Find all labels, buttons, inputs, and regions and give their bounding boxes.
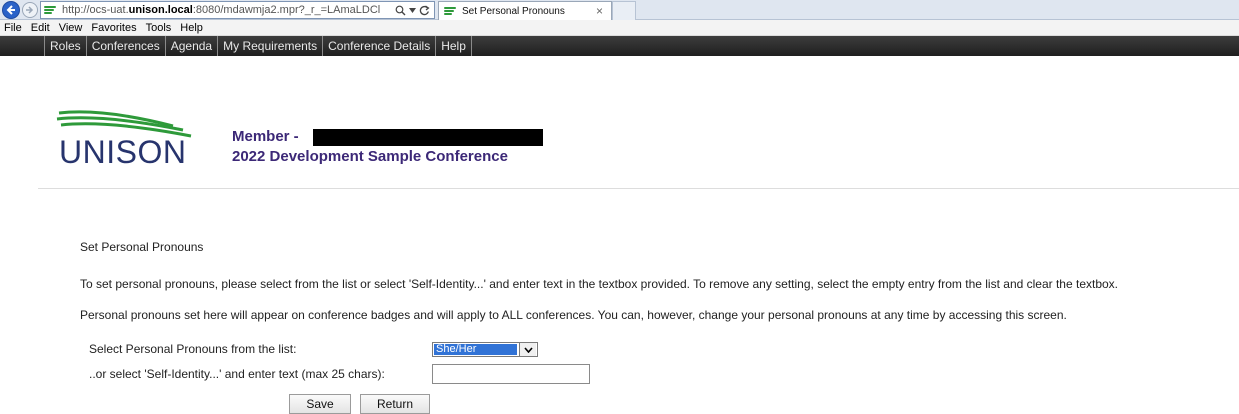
nav-my-requirements[interactable]: My Requirements bbox=[218, 36, 324, 56]
badge-notice-text: Personal pronouns set here will appear o… bbox=[80, 308, 1067, 322]
menu-edit[interactable]: Edit bbox=[31, 22, 50, 34]
menu-view[interactable]: View bbox=[59, 22, 83, 34]
site-favicon-icon bbox=[44, 5, 58, 15]
instruction-text: To set personal pronouns, please select … bbox=[80, 277, 1119, 291]
pronouns-selected-value: She/Her bbox=[434, 344, 517, 355]
app-nav-bar: Roles Conferences Agenda My Requirements… bbox=[0, 36, 1239, 56]
refresh-icon[interactable] bbox=[419, 5, 430, 16]
logo-wordmark: UNISON bbox=[59, 134, 187, 170]
self-identity-input[interactable] bbox=[432, 364, 590, 384]
nav-conference-details[interactable]: Conference Details bbox=[323, 36, 437, 56]
url-text: http://ocs-uat.unison.local:8080/mdawmja… bbox=[62, 4, 381, 16]
pronouns-select-label: Select Personal Pronouns from the list: bbox=[89, 342, 297, 356]
search-icon[interactable] bbox=[395, 5, 406, 16]
browser-tab-active[interactable]: Set Personal Pronouns × bbox=[438, 1, 612, 20]
new-tab-button[interactable] bbox=[612, 1, 636, 20]
menu-file[interactable]: File bbox=[4, 22, 22, 34]
conference-title: 2022 Development Sample Conference bbox=[232, 148, 508, 165]
forward-button[interactable] bbox=[22, 2, 38, 18]
page-title: Set Personal Pronouns bbox=[80, 240, 204, 254]
member-label: Member - bbox=[232, 128, 299, 145]
redacted-member-name bbox=[313, 129, 543, 146]
tab-close-icon[interactable]: × bbox=[596, 4, 603, 18]
arrow-left-icon bbox=[6, 5, 15, 15]
header-divider bbox=[38, 188, 1239, 189]
tab-title: Set Personal Pronouns bbox=[462, 5, 565, 17]
chevron-down-icon[interactable] bbox=[519, 343, 536, 356]
back-button[interactable] bbox=[2, 1, 20, 19]
self-identity-label: ..or select 'Self-Identity...' and enter… bbox=[89, 367, 385, 381]
dropdown-arrow-icon[interactable] bbox=[409, 7, 416, 13]
menu-bar: File Edit View Favorites Tools Help bbox=[0, 20, 1239, 36]
address-bar-actions bbox=[395, 2, 430, 18]
nav-conferences[interactable]: Conferences bbox=[87, 36, 166, 56]
address-bar[interactable]: http://ocs-uat.unison.local:8080/mdawmja… bbox=[40, 1, 435, 19]
menu-favorites[interactable]: Favorites bbox=[91, 22, 136, 34]
pronouns-select[interactable]: She/Her bbox=[432, 342, 538, 357]
menu-help[interactable]: Help bbox=[180, 22, 203, 34]
menu-tools[interactable]: Tools bbox=[146, 22, 172, 34]
browser-toolbar: http://ocs-uat.unison.local:8080/mdawmja… bbox=[0, 0, 1239, 20]
return-button[interactable]: Return bbox=[360, 394, 430, 414]
unison-logo: UNISON bbox=[53, 110, 203, 170]
arrow-right-icon bbox=[26, 6, 34, 14]
save-button[interactable]: Save bbox=[289, 394, 351, 414]
nav-roles[interactable]: Roles bbox=[44, 36, 87, 56]
tab-favicon-icon bbox=[444, 6, 458, 16]
nav-agenda[interactable]: Agenda bbox=[166, 36, 219, 56]
nav-help[interactable]: Help bbox=[436, 36, 472, 56]
